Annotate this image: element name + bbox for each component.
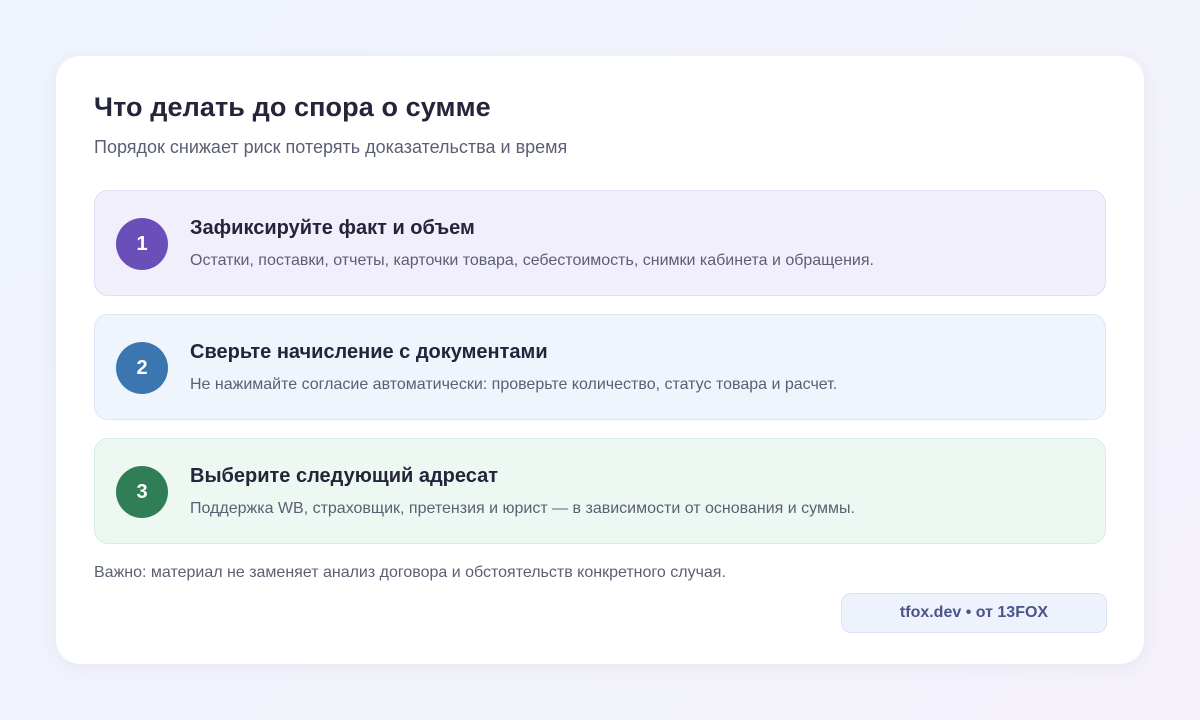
page-subtitle: Порядок снижает риск потерять доказатель… [94,137,568,157]
disclaimer-note: Важно: материал не заменяет анализ догов… [94,564,726,581]
info-card: Что делать до спора о сумме Порядок сниж… [56,56,1144,664]
step-number-badge-1: 1 [116,218,168,270]
step-description-2: Не нажимайте согласие автоматически: про… [190,376,838,393]
step-description-3: Поддержка WB, страховщик, претензия и юр… [190,500,855,517]
step-title-1: Зафиксируйте факт и объем [190,217,475,239]
step-number-badge-2: 2 [116,342,168,394]
source-badge: tfox.dev • от 13FOX [841,593,1107,633]
step-description-1: Остатки, поставки, отчеты, карточки това… [190,252,874,269]
step-card-2: 2 Сверьте начисление с документами Не на… [94,314,1106,420]
step-card-3: 3 Выберите следующий адресат Поддержка W… [94,438,1106,544]
step-number-badge-3: 3 [116,466,168,518]
step-title-3: Выберите следующий адресат [190,465,499,487]
step-title-2: Сверьте начисление с документами [190,341,548,363]
step-card-1: 1 Зафиксируйте факт и объем Остатки, пос… [94,190,1106,296]
page-title: Что делать до спора о сумме [94,92,491,122]
